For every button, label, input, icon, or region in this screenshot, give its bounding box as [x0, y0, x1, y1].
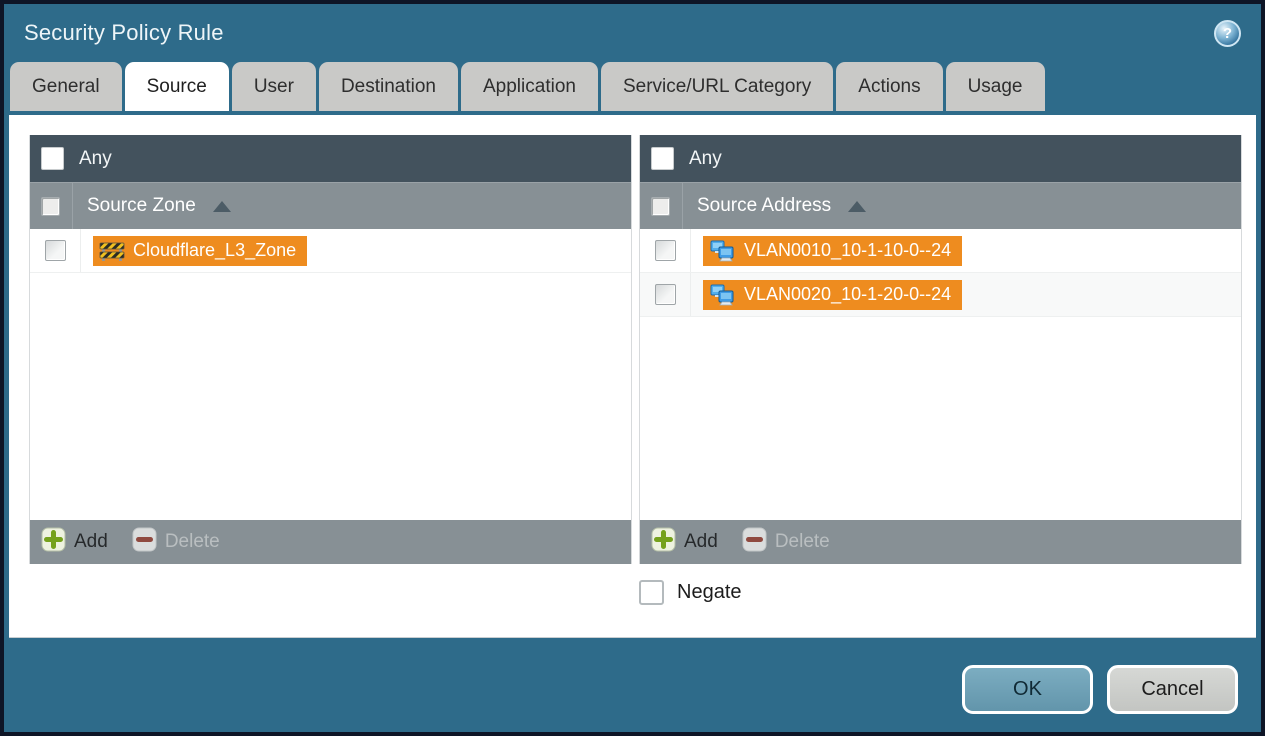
address-chip-label: VLAN0020_10-1-20-0--24: [744, 284, 952, 304]
column-separator: [682, 183, 683, 229]
help-icon[interactable]: ?: [1214, 19, 1241, 47]
cancel-button[interactable]: Cancel: [1107, 665, 1238, 714]
zone-chip[interactable]: Cloudflare_L3_Zone: [93, 235, 308, 266]
source-zone-footer: Add Delete: [30, 520, 631, 564]
delete-icon: [742, 527, 767, 558]
source-address-column-header[interactable]: Source Address: [640, 182, 1241, 229]
row-checkbox[interactable]: [654, 284, 676, 305]
source-address-column-label: Source Address: [697, 195, 832, 216]
address-chip[interactable]: VLAN0020_10-1-20-0--24: [703, 279, 963, 310]
add-address-button[interactable]: Add: [651, 527, 718, 558]
zone-chip-label: Cloudflare_L3_Zone: [133, 240, 297, 260]
address-icon: [709, 239, 736, 263]
dialog-footer: OK Cancel: [962, 665, 1238, 714]
source-zone-any-checkbox[interactable]: [41, 147, 64, 170]
dialog-titlebar: Security Policy Rule ?: [4, 4, 1261, 62]
zone-icon: [99, 240, 125, 262]
negate-label: Negate: [677, 581, 742, 603]
source-address-panel: Any Source Address VLAN0010_10-1-10-0--2…: [639, 135, 1242, 564]
source-zone-any-label: Any: [79, 147, 112, 169]
source-panels: Any Source Zone Cloudflare_L3_Zone Add D…: [29, 135, 1242, 564]
tab-service-url-category[interactable]: Service/URL Category: [600, 62, 834, 111]
source-zone-list: Cloudflare_L3_Zone: [30, 229, 631, 520]
address-icon: [709, 283, 736, 307]
negate-checkbox[interactable]: [639, 580, 664, 605]
source-address-any-label: Any: [689, 147, 722, 169]
row-checkbox[interactable]: [44, 240, 66, 261]
negate-line: Negate: [29, 580, 1242, 605]
source-address-any-checkbox[interactable]: [651, 147, 674, 170]
sort-ascending-icon: [848, 200, 867, 212]
tab-destination[interactable]: Destination: [318, 62, 458, 111]
source-zone-column-label: Source Zone: [87, 195, 196, 216]
source-zone-column-header[interactable]: Source Zone: [30, 182, 631, 229]
tab-user[interactable]: User: [231, 62, 316, 111]
delete-address-button[interactable]: Delete: [742, 527, 830, 558]
tab-usage[interactable]: Usage: [945, 62, 1045, 111]
source-zone-select-all-checkbox[interactable]: [41, 196, 60, 216]
add-zone-button[interactable]: Add: [41, 527, 108, 558]
address-chip-label: VLAN0010_10-1-10-0--24: [744, 240, 952, 260]
source-tab-content: Any Source Zone Cloudflare_L3_Zone Add D…: [9, 115, 1256, 638]
column-separator: [72, 183, 73, 229]
source-address-list: VLAN0010_10-1-10-0--24 VLAN0020_10-1-20-…: [640, 229, 1241, 520]
row-checkbox[interactable]: [654, 240, 676, 261]
tab-bar: General Source User Destination Applicat…: [4, 62, 1261, 111]
source-address-footer: Add Delete: [640, 520, 1241, 564]
source-address-any-bar: Any: [640, 135, 1241, 182]
delete-zone-button[interactable]: Delete: [132, 527, 220, 558]
source-address-select-all-checkbox[interactable]: [651, 196, 670, 216]
tab-general[interactable]: General: [10, 62, 122, 111]
tab-source[interactable]: Source: [124, 62, 229, 111]
address-chip[interactable]: VLAN0010_10-1-10-0--24: [703, 235, 963, 266]
delete-icon: [132, 527, 157, 558]
source-address-row[interactable]: VLAN0020_10-1-20-0--24: [640, 273, 1241, 317]
sort-ascending-icon: [212, 200, 231, 212]
security-policy-rule-dialog: Security Policy Rule ? General Source Us…: [0, 0, 1265, 736]
tab-actions[interactable]: Actions: [836, 62, 943, 111]
source-address-row[interactable]: VLAN0010_10-1-10-0--24: [640, 229, 1241, 273]
add-icon: [41, 527, 66, 558]
negate-control: Negate: [639, 580, 1242, 605]
source-zone-panel: Any Source Zone Cloudflare_L3_Zone Add D…: [29, 135, 632, 564]
dialog-title: Security Policy Rule: [24, 20, 224, 45]
tab-application[interactable]: Application: [461, 62, 598, 111]
source-zone-row[interactable]: Cloudflare_L3_Zone: [30, 229, 631, 273]
add-icon: [651, 527, 676, 558]
ok-button[interactable]: OK: [962, 665, 1093, 714]
source-zone-any-bar: Any: [30, 135, 631, 182]
